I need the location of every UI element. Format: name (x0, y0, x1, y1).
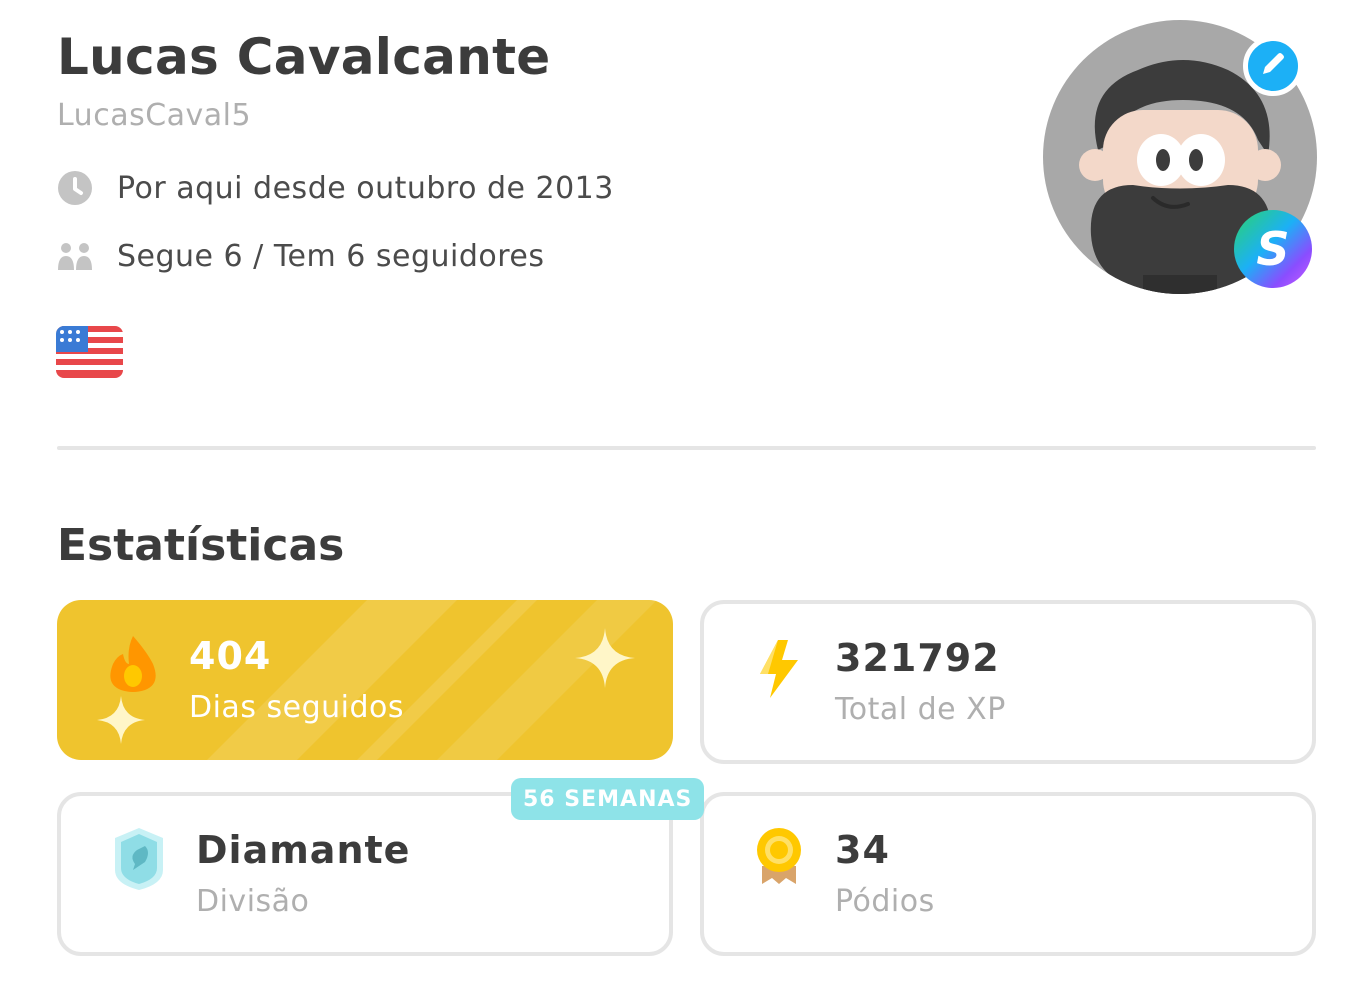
follow-text: Segue 6 / Tem 6 seguidores (117, 238, 545, 274)
diamond-league-icon (111, 826, 167, 896)
medal-icon (754, 826, 804, 890)
profile-page: Lucas Cavalcante LucasCaval5 Por aqui de… (0, 0, 1360, 986)
avatar-container: S (1043, 20, 1317, 294)
podium-label: Pódios (835, 884, 935, 919)
streak-card[interactable]: 404 Dias seguidos (57, 600, 673, 760)
xp-value: 321792 (835, 636, 1000, 680)
profile-name: Lucas Cavalcante (57, 28, 551, 86)
sparkle-icon (575, 628, 635, 692)
streak-label: Dias seguidos (189, 690, 404, 725)
joined-text: Por aqui desde outubro de 2013 (117, 170, 614, 206)
joined-row: Por aqui desde outubro de 2013 (57, 170, 614, 206)
profile-username: LucasCaval5 (57, 98, 252, 133)
xp-card[interactable]: 321792 Total de XP (700, 600, 1316, 764)
divider (57, 446, 1316, 450)
stats-title: Estatísticas (57, 520, 345, 571)
podium-value: 34 (835, 828, 890, 872)
xp-label: Total de XP (835, 692, 1006, 727)
people-icon (57, 238, 93, 274)
pencil-icon (1259, 50, 1287, 82)
lightning-icon (754, 638, 802, 704)
us-flag-icon[interactable] (56, 326, 123, 378)
podium-card[interactable]: 34 Pódios (700, 792, 1316, 956)
edit-profile-button[interactable] (1243, 36, 1303, 96)
clock-icon (57, 170, 93, 206)
super-badge-icon: S (1234, 210, 1312, 288)
sparkle-icon (97, 696, 145, 748)
follow-row[interactable]: Segue 6 / Tem 6 seguidores (57, 238, 545, 274)
streak-value: 404 (189, 634, 272, 678)
league-weeks-badge: 56 SEMANAS (511, 778, 705, 820)
league-label: Divisão (196, 884, 310, 919)
super-badge-letter: S (1256, 222, 1290, 276)
fire-icon (107, 634, 159, 696)
league-value: Diamante (196, 828, 411, 872)
